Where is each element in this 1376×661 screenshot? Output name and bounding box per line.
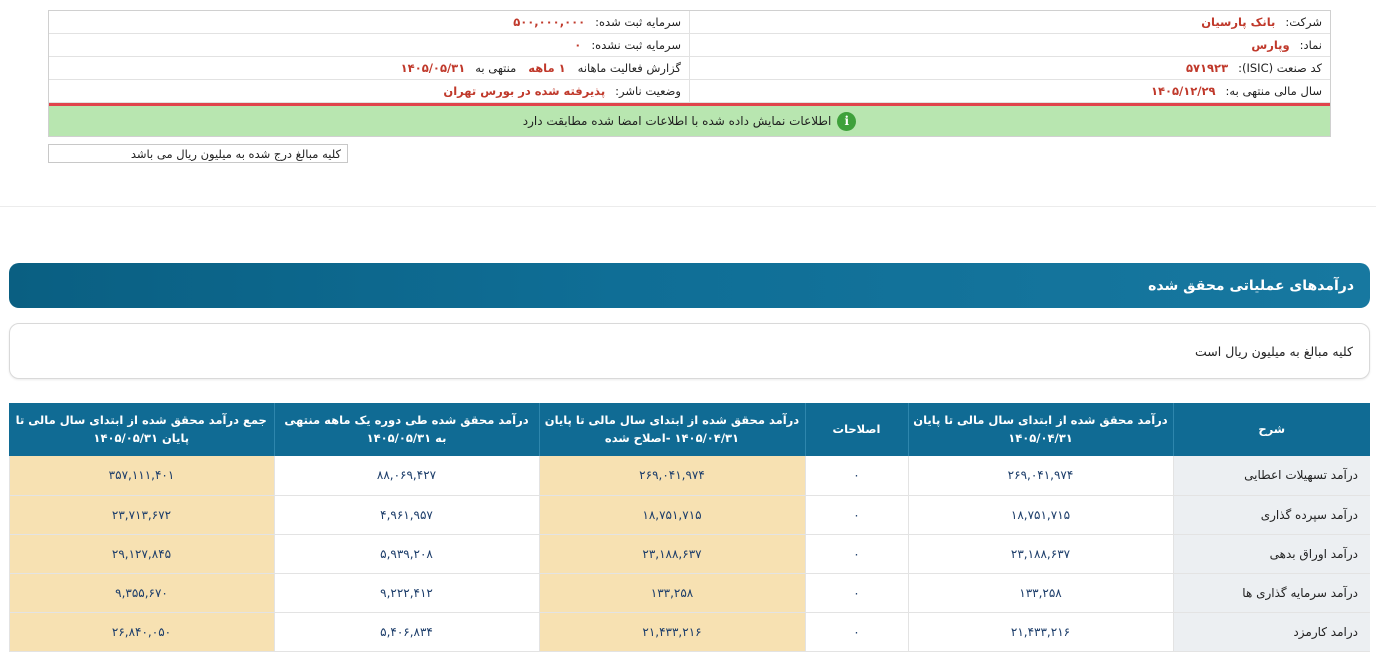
row-description: درآمد اوراق بدهی [1172,534,1370,574]
table-row: درامد کارمزد ۲۱,۴۳۳,۲۱۶ ۰ ۲۱,۴۳۳,۲۱۶ ۵,۴… [8,612,1370,652]
row-description: درآمد سرمایه گذاری ها [1172,573,1370,613]
revenue-table: شرح درآمد محقق شده از ابتدای سال مالی تا… [8,403,1370,652]
cell-revenue-to-0431: ۲۳,۱۸۸,۶۳۷ [907,534,1173,574]
unregistered-capital-cell: سرمایه ثبت نشده: ۰ [49,34,689,56]
cell-revenue-one-month: ۴,۹۶۱,۹۵۷ [273,495,539,535]
report-end-value: ۱۴۰۵/۰۵/۳۱ [400,61,466,75]
registered-capital-cell: سرمایه ثبت شده: ۵۰۰,۰۰۰,۰۰۰ [49,11,689,33]
cell-revenue-total: ۲۶,۸۴۰,۰۵۰ [8,612,274,652]
report-period-value: ۱ ماهه [528,61,566,75]
symbol-value: وپارس [1251,38,1290,52]
cell-revenue-one-month: ۸۸,۰۶۹,۴۲۷ [273,456,539,496]
table-row: درآمد اوراق بدهی ۲۳,۱۸۸,۶۳۷ ۰ ۲۳,۱۸۸,۶۳۷… [8,534,1370,574]
info-row-company: شرکت: بانک پارسیان سرمایه ثبت شده: ۵۰۰,۰… [49,11,1330,34]
publisher-status-value: پذیرفته شده در بورس تهران [443,84,606,98]
company-value: بانک پارسیان [1201,15,1276,29]
table-row: درآمد تسهیلات اعطایی ۲۶۹,۰۴۱,۹۷۴ ۰ ۲۶۹,۰… [8,456,1370,496]
cell-revenue-adjusted: ۱۸,۷۵۱,۷۱۵ [538,495,805,535]
verification-notice: i اطلاعات نمایش داده شده با اطلاعات امضا… [49,106,1330,136]
cell-revenue-one-month: ۵,۹۳۹,۲۰۸ [273,534,539,574]
fiscal-year-cell: سال مالی منتهی به: ۱۴۰۵/۱۲/۲۹ [689,80,1330,102]
company-label: شرکت: [1285,15,1322,29]
unit-card-text: کلیه مبالغ به میلیون ریال است [1195,343,1353,359]
company-cell: شرکت: بانک پارسیان [689,11,1330,33]
info-row-symbol: نماد: وپارس سرمایه ثبت نشده: ۰ [49,34,1330,57]
symbol-label: نماد: [1299,38,1322,52]
info-icon: i [837,111,857,131]
report-cell: گزارش فعالیت ماهانه ۱ ماهه منتهی به ۱۴۰۵… [49,57,689,79]
report-label: گزارش فعالیت ماهانه [577,61,681,75]
cell-revenue-to-0431: ۲۶۹,۰۴۱,۹۷۴ [907,456,1173,496]
fiscal-year-label: سال مالی منتهی به: [1225,84,1322,98]
cell-revenue-adjusted: ۲۳,۱۸۸,۶۳۷ [538,534,805,574]
publisher-status-cell: وضعیت ناشر: پذیرفته شده در بورس تهران [49,80,689,102]
registered-capital-value: ۵۰۰,۰۰۰,۰۰۰ [513,15,586,29]
row-description: درامد کارمزد [1172,612,1370,652]
section-separator [0,206,1376,207]
cell-revenue-to-0431: ۲۱,۴۳۳,۲۱۶ [907,612,1173,652]
revenue-table-wrap: شرح درآمد محقق شده از ابتدای سال مالی تا… [8,403,1370,652]
cell-revenue-adjusted: ۲۱,۴۳۳,۲۱۶ [538,612,805,652]
cell-revenue-adjusted: ۱۳۳,۲۵۸ [538,573,805,613]
publisher-status-label: وضعیت ناشر: [615,84,681,98]
cell-adjustments: ۰ [804,612,908,652]
info-row-isic: کد صنعت (ISIC): ۵۷۱۹۲۳ گزارش فعالیت ماها… [49,57,1330,80]
cell-adjustments: ۰ [804,534,908,574]
unregistered-capital-label: سرمایه ثبت نشده: [591,38,681,52]
row-description: درآمد تسهیلات اعطایی [1172,456,1370,496]
cell-revenue-total: ۹,۳۵۵,۶۷۰ [8,573,274,613]
cell-revenue-one-month: ۵,۴۰۶,۸۳۴ [273,612,539,652]
unregistered-capital-value: ۰ [574,38,582,52]
unit-card: کلیه مبالغ به میلیون ریال است [9,323,1370,379]
isic-value: ۵۷۱۹۲۳ [1185,61,1229,75]
info-row-fiscal: سال مالی منتهی به: ۱۴۰۵/۱۲/۲۹ وضعیت ناشر… [49,80,1330,103]
table-row: درآمد سپرده گذاری ۱۸,۷۵۱,۷۱۵ ۰ ۱۸,۷۵۱,۷۱… [8,495,1370,535]
cell-revenue-to-0431: ۱۳۳,۲۵۸ [907,573,1173,613]
header-revenue-total: جمع درآمد محقق شده از ابتدای سال مالی تا… [9,403,274,456]
registered-capital-label: سرمایه ثبت شده: [595,15,681,29]
row-description: درآمد سپرده گذاری [1172,495,1370,535]
table-header-row: شرح درآمد محقق شده از ابتدای سال مالی تا… [9,403,1370,456]
header-adjustments: اصلاحات [804,403,908,456]
unit-note: کلیه مبالغ درج شده به میلیون ریال می باش… [48,144,348,163]
cell-revenue-adjusted: ۲۶۹,۰۴۱,۹۷۴ [538,456,805,496]
fiscal-year-value: ۱۴۰۵/۱۲/۲۹ [1150,84,1216,98]
header-revenue-adjusted: درآمد محقق شده از ابتدای سال مالی تا پای… [538,403,805,456]
header-revenue-to-0431: درآمد محقق شده از ابتدای سال مالی تا پای… [907,403,1173,456]
cell-revenue-total: ۳۵۷,۱۱۱,۴۰۱ [8,456,274,496]
symbol-cell: نماد: وپارس [689,34,1330,56]
cell-revenue-to-0431: ۱۸,۷۵۱,۷۱۵ [907,495,1173,535]
cell-adjustments: ۰ [804,456,908,496]
cell-revenue-total: ۲۹,۱۲۷,۸۴۵ [8,534,274,574]
header-description: شرح [1172,403,1370,456]
table-row: درآمد سرمایه گذاری ها ۱۳۳,۲۵۸ ۰ ۱۳۳,۲۵۸ … [8,573,1370,613]
isic-label: کد صنعت (ISIC): [1238,61,1322,75]
verification-notice-text: اطلاعات نمایش داده شده با اطلاعات امضا ش… [522,114,832,128]
cell-adjustments: ۰ [804,495,908,535]
cell-revenue-total: ۲۳,۷۱۳,۶۷۲ [8,495,274,535]
company-info-box: شرکت: بانک پارسیان سرمایه ثبت شده: ۵۰۰,۰… [48,10,1331,137]
header-revenue-one-month: درآمد محقق شده طی دوره یک ماهه منتهی به … [273,403,539,456]
cell-revenue-one-month: ۹,۲۲۲,۴۱۲ [273,573,539,613]
section-header: درآمدهای عملیاتی محقق شده [9,263,1370,308]
cell-adjustments: ۰ [804,573,908,613]
isic-cell: کد صنعت (ISIC): ۵۷۱۹۲۳ [689,57,1330,79]
section-title: درآمدهای عملیاتی محقق شده [1148,277,1354,294]
report-end-label: منتهی به [475,61,517,75]
